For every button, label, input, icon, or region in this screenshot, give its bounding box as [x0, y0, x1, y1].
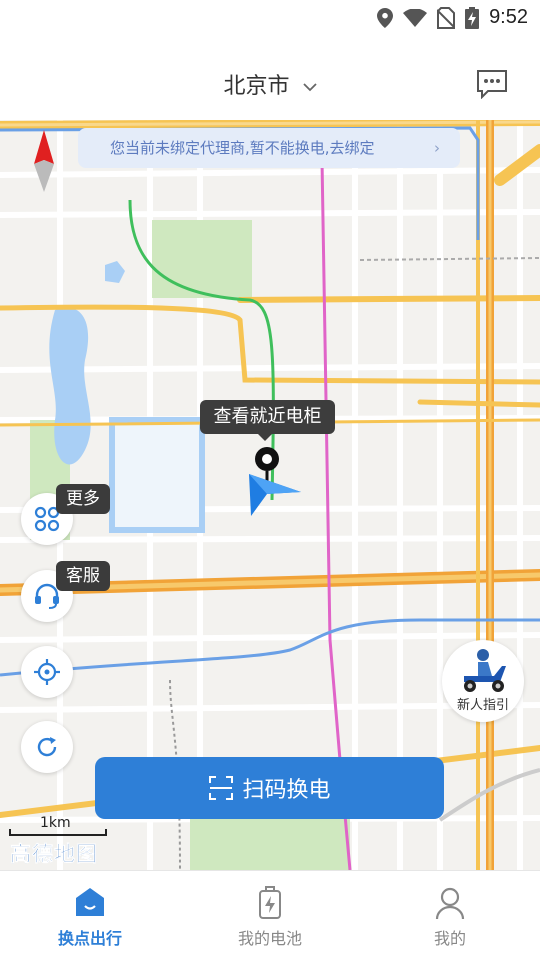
status-bar: 9:52	[0, 0, 540, 36]
scan-icon	[209, 776, 234, 800]
bind-agent-notice[interactable]: 您当前未绑定代理商,暂不能换电,去绑定 ›	[78, 128, 460, 168]
newcomer-guide-button[interactable]: 新人指引	[442, 640, 524, 722]
header: 北京市	[0, 36, 540, 120]
tab-travel-label: 换点出行	[57, 929, 122, 948]
more-tooltip: 更多	[56, 484, 110, 514]
guide-label: 新人指引	[456, 698, 509, 713]
city-label: 北京市	[223, 74, 290, 99]
scan-swap-label: 扫码换电	[242, 778, 331, 803]
user-icon	[435, 887, 465, 920]
crosshair-icon	[34, 659, 60, 685]
amap-logo: 高德地图	[10, 842, 98, 866]
status-time: 9:52	[489, 6, 528, 28]
city-selector[interactable]: 北京市	[0, 68, 540, 100]
nearby-cabinet-tooltip[interactable]: 查看就近电柜	[200, 400, 335, 441]
battery-icon	[259, 886, 281, 919]
tab-my-battery-label: 我的电池	[237, 929, 302, 948]
chevron-down-icon	[302, 83, 317, 92]
notice-text: 您当前未绑定代理商,暂不能换电,去绑定	[110, 139, 375, 157]
wifi-icon	[403, 8, 428, 27]
chevron-right-icon: ›	[434, 139, 440, 157]
tab-my-battery[interactable]: 我的电池	[180, 871, 360, 960]
home-icon	[76, 888, 104, 916]
no-sim-icon	[437, 6, 456, 29]
locate-button[interactable]	[21, 646, 73, 698]
message-icon[interactable]	[476, 69, 508, 99]
refresh-icon	[37, 737, 57, 757]
compass-icon[interactable]	[30, 130, 58, 192]
tab-mine[interactable]: 我的	[360, 871, 540, 960]
battery-charging-icon	[465, 6, 480, 29]
scan-swap-button[interactable]: 扫码换电	[95, 757, 444, 819]
scooter-rider-icon	[464, 649, 506, 692]
service-tooltip: 客服	[56, 561, 110, 591]
bottom-tab-bar: 换点出行 我的电池 我的	[0, 870, 540, 960]
tab-travel[interactable]: 换点出行	[0, 871, 180, 960]
current-location-arrow-icon	[249, 474, 301, 516]
scale-label: 1km	[40, 815, 71, 831]
refresh-button[interactable]	[21, 721, 73, 773]
location-icon	[377, 7, 394, 28]
tab-mine-label: 我的	[433, 929, 466, 948]
